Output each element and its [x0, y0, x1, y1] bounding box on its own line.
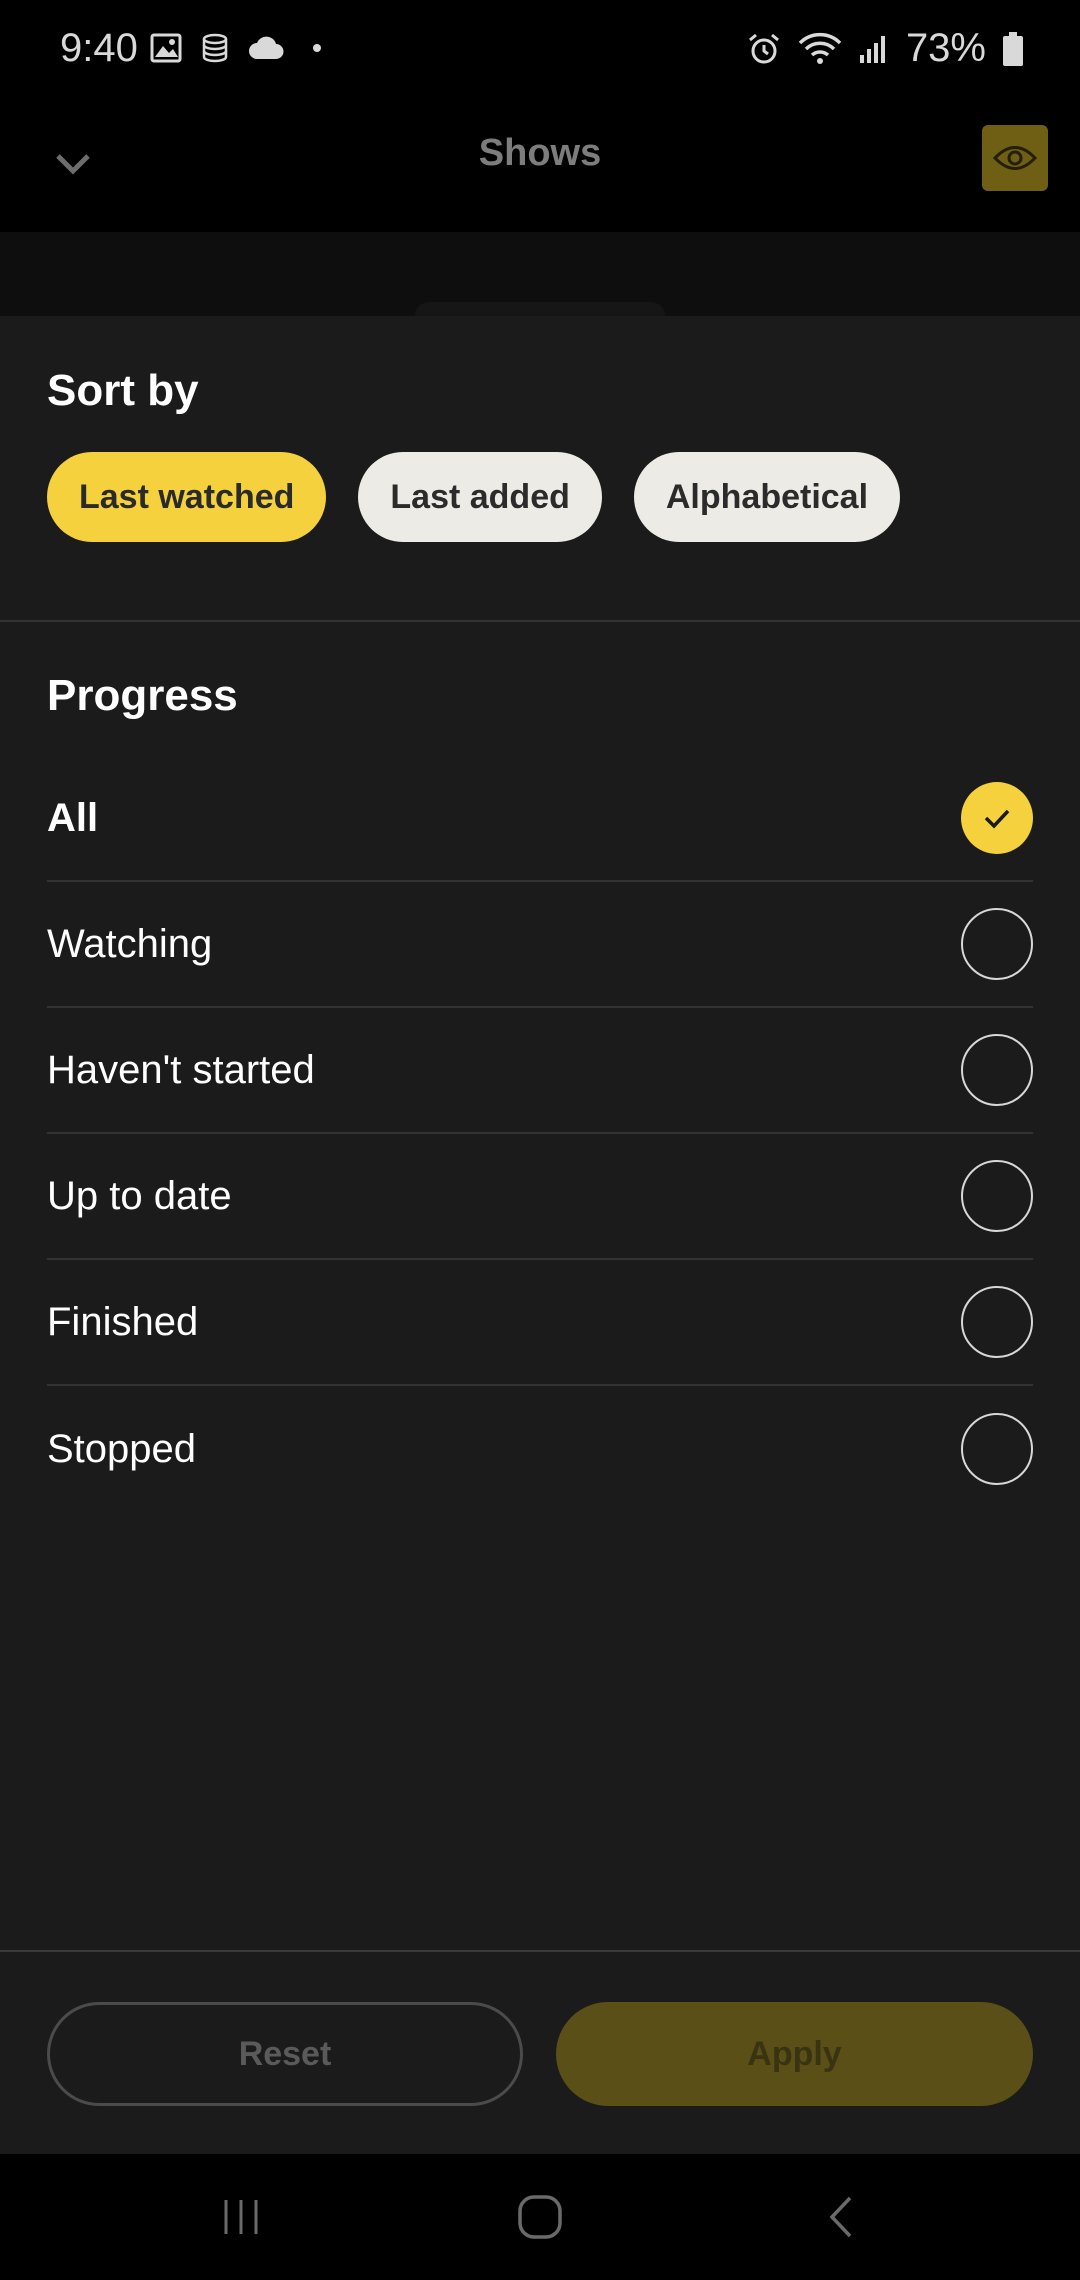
- alarm-icon: [748, 33, 779, 63]
- progress-option-stopped[interactable]: Stopped: [47, 1386, 1033, 1512]
- radio-unchecked[interactable]: [961, 1286, 1033, 1358]
- radio-unchecked[interactable]: [961, 1034, 1033, 1106]
- option-label: Up to date: [47, 1173, 232, 1218]
- battery-percent: 73%: [905, 26, 986, 70]
- filter-sheet: Sort by Last watched Last added Alphabet…: [0, 316, 1080, 2154]
- sort-chip-last-added[interactable]: Last added: [358, 452, 602, 542]
- progress-title: Progress: [47, 671, 238, 720]
- apply-button[interactable]: Apply: [556, 2002, 1033, 2106]
- storage-icon: [202, 33, 228, 63]
- status-right-icons: 73%: [746, 26, 1024, 71]
- dot-icon: [313, 44, 321, 52]
- status-bar: 9:40 73%: [0, 0, 1080, 104]
- sort-chip-last-watched[interactable]: Last watched: [47, 452, 327, 542]
- battery-icon: [1003, 31, 1023, 66]
- signal-icon: [859, 35, 885, 63]
- option-label: All: [47, 795, 99, 840]
- footer-divider: [0, 1950, 1080, 1952]
- cloud-icon: [249, 36, 284, 59]
- app-header: Shows: [0, 104, 1080, 232]
- option-label: Stopped: [47, 1426, 197, 1471]
- wifi-icon: [798, 32, 842, 64]
- radio-unchecked[interactable]: [961, 1413, 1033, 1485]
- sort-options: Last watched Last added Alphabetical: [47, 452, 901, 542]
- option-label: Haven't started: [47, 1047, 315, 1092]
- progress-option-up-to-date[interactable]: Up to date: [47, 1134, 1033, 1260]
- recent-apps-icon[interactable]: [216, 2192, 266, 2242]
- radio-unchecked[interactable]: [961, 908, 1033, 980]
- page-title: Shows: [478, 132, 602, 174]
- sort-by-title: Sort by: [47, 366, 199, 415]
- image-icon: [150, 33, 182, 63]
- back-icon[interactable]: [818, 2192, 868, 2242]
- progress-option-all[interactable]: All: [47, 756, 1033, 882]
- check-icon: [984, 809, 1010, 829]
- section-divider: [0, 620, 1080, 622]
- home-icon[interactable]: [515, 2192, 565, 2242]
- radio-checked[interactable]: [961, 782, 1033, 854]
- radio-unchecked[interactable]: [961, 1160, 1033, 1232]
- system-nav-bar: [0, 2154, 1080, 2280]
- progress-option-finished[interactable]: Finished: [47, 1260, 1033, 1386]
- status-left-icons: [150, 32, 332, 64]
- eye-icon: [993, 146, 1037, 170]
- progress-option-havent-started[interactable]: Haven't started: [47, 1008, 1033, 1134]
- visibility-toggle-button[interactable]: [982, 125, 1048, 191]
- progress-options: All Watching Haven't started Up to date …: [47, 756, 1033, 1512]
- sort-chip-alphabetical[interactable]: Alphabetical: [633, 452, 901, 542]
- option-label: Finished: [47, 1299, 199, 1344]
- progress-option-watching[interactable]: Watching: [47, 882, 1033, 1008]
- option-label: Watching: [47, 921, 213, 966]
- status-time: 9:40: [60, 26, 138, 70]
- reset-button[interactable]: Reset: [47, 2002, 523, 2106]
